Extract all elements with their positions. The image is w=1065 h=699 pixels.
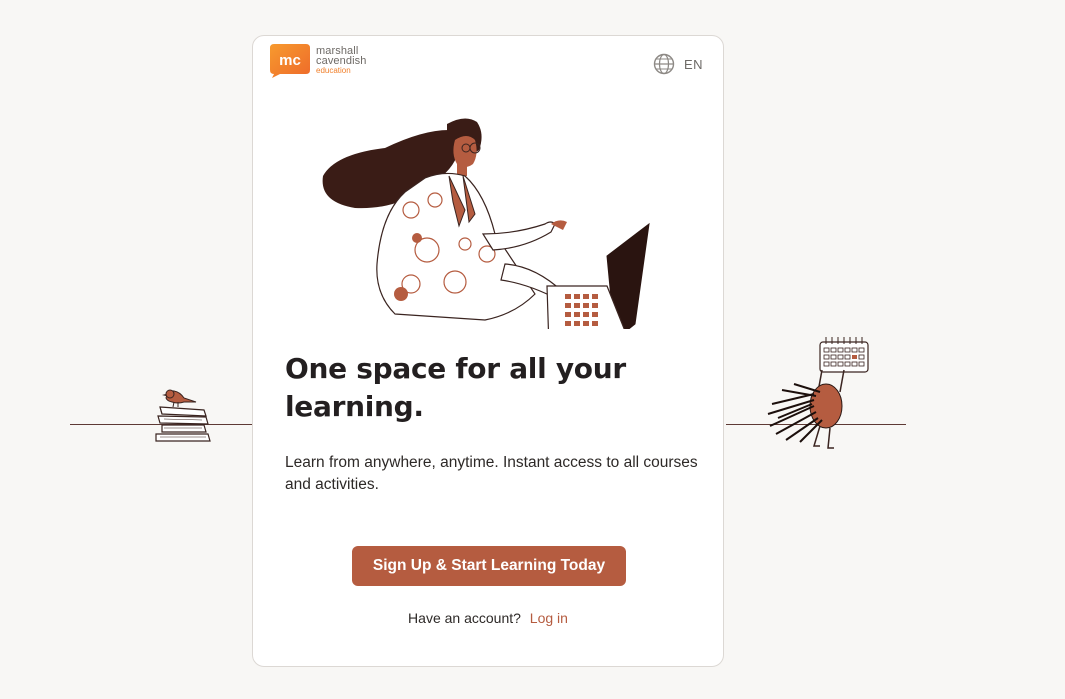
signup-card: mc marshall cavendish education EN One s… [252, 35, 724, 667]
login-prompt: Have an account? Log in [253, 610, 723, 626]
login-link[interactable]: Log in [530, 610, 568, 626]
language-code: EN [683, 56, 703, 72]
brand-line-2: cavendish [316, 55, 367, 67]
mc-logo-icon: mc [270, 44, 310, 78]
page-description: Learn from anywhere, anytime. Instant ac… [285, 454, 698, 493]
globe-icon [653, 53, 675, 75]
logo-mark-text: mc [279, 52, 301, 69]
brand-logo[interactable]: mc marshall cavendish education [268, 44, 366, 78]
woman-with-laptop-illustration [322, 118, 650, 329]
calendar-character-illustration [767, 337, 869, 449]
account-prompt-text: Have an account? [408, 610, 521, 626]
signup-button[interactable]: Sign Up & Start Learning Today [352, 546, 626, 586]
language-selector[interactable]: EN [653, 53, 703, 75]
page-title: One space for all your learning. [285, 352, 626, 423]
books-with-bird-illustration [155, 389, 211, 442]
brand-line-3: education [316, 66, 351, 75]
